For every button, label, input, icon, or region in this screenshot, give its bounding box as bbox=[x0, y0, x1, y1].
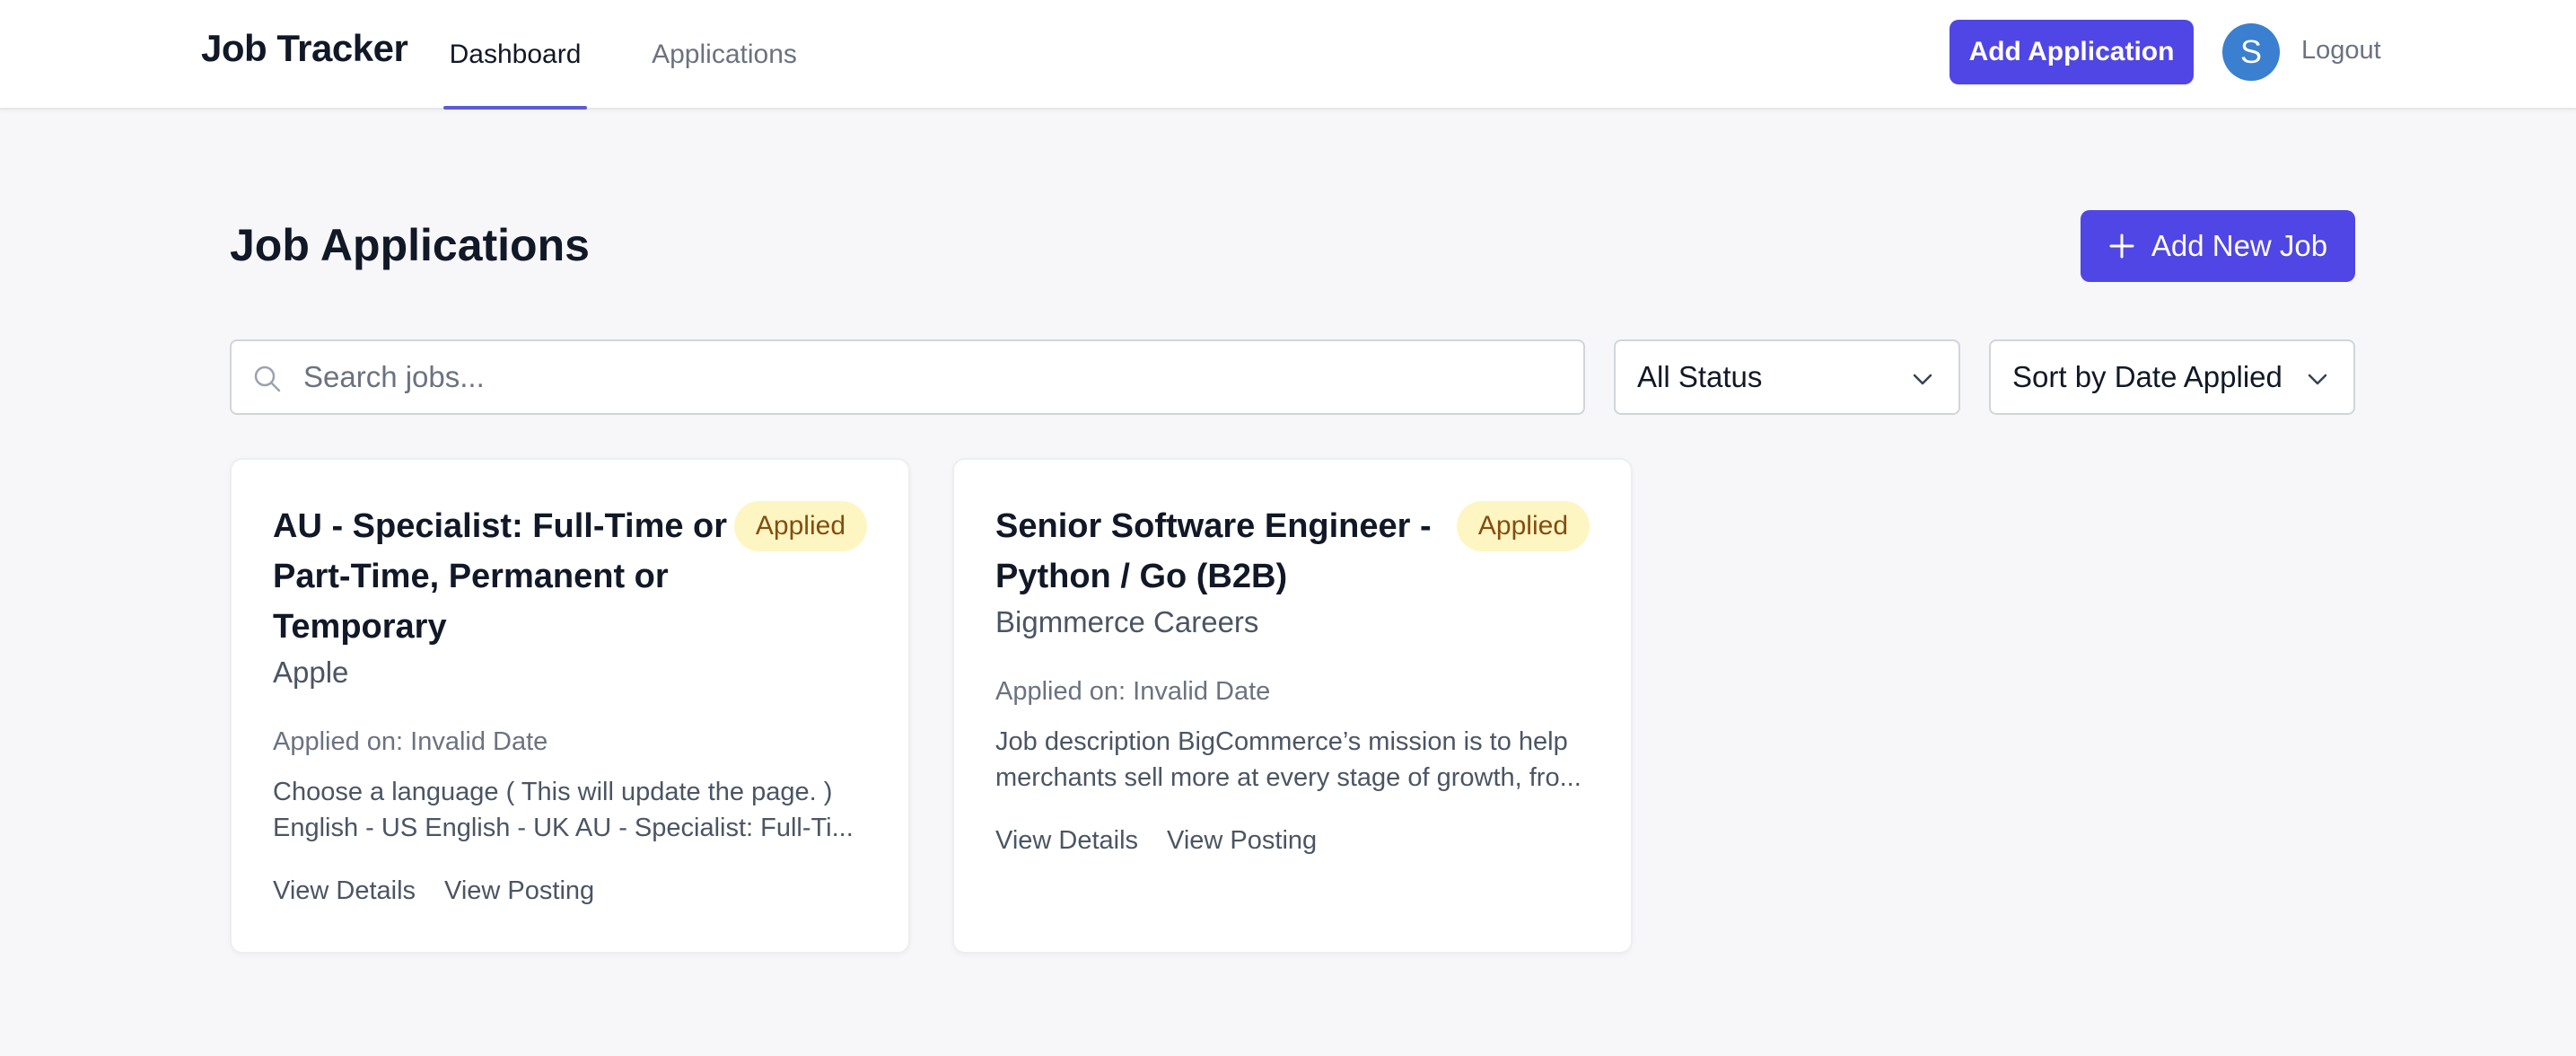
nav-tab-dashboard[interactable]: Dashboard bbox=[443, 0, 587, 110]
company-name: Apple bbox=[273, 656, 349, 689]
view-details-link[interactable]: View Details bbox=[995, 826, 1138, 856]
user-avatar[interactable]: S bbox=[2222, 23, 2280, 81]
status-filter-select[interactable]: All Status bbox=[1614, 339, 1960, 415]
add-application-button[interactable]: Add Application bbox=[1950, 20, 2194, 84]
job-card: Senior Software Engineer - Python / Go (… bbox=[952, 458, 1633, 954]
add-new-job-button[interactable]: Add New Job bbox=[2081, 210, 2355, 282]
applied-date: Applied on: Invalid Date bbox=[273, 727, 548, 756]
job-description-line: Job description BigCommerce’s mission is… bbox=[995, 727, 1568, 756]
page-title: Job Applications bbox=[230, 220, 590, 270]
job-title: Senior Software Engineer - Python / Go (… bbox=[995, 507, 1432, 595]
status-badge: Applied bbox=[733, 501, 867, 551]
job-title: AU - Specialist: Full-Time or Part-Time,… bbox=[273, 507, 728, 646]
top-navbar: Job Tracker Dashboard Applications Add A… bbox=[0, 0, 2576, 110]
card-actions: View Details View Posting bbox=[273, 876, 594, 906]
applied-date: Applied on: Invalid Date bbox=[995, 677, 1271, 706]
add-new-job-label: Add New Job bbox=[2151, 229, 2328, 262]
app-brand[interactable]: Job Tracker bbox=[201, 27, 408, 70]
search-icon bbox=[254, 365, 281, 392]
company-name: Bigmmerce Careers bbox=[995, 605, 1259, 638]
job-description-line: merchants sell more at every stage of gr… bbox=[995, 763, 1582, 792]
job-description-line: Choose a language ( This will update the… bbox=[273, 778, 833, 806]
card-actions: View Details View Posting bbox=[995, 826, 1317, 856]
job-card: AU - Specialist: Full-Time or Part-Time,… bbox=[230, 458, 910, 954]
sort-value: Sort by Date Applied bbox=[2012, 360, 2282, 393]
job-description: Choose a language ( This will update the… bbox=[273, 774, 865, 846]
status-badge: Applied bbox=[1456, 501, 1590, 551]
job-description: Job description BigCommerce’s mission is… bbox=[995, 724, 1588, 796]
plus-icon bbox=[2109, 233, 2134, 259]
nav-tab-applications[interactable]: Applications bbox=[643, 0, 806, 110]
search-input[interactable] bbox=[303, 341, 1560, 413]
logout-link[interactable]: Logout bbox=[2301, 36, 2381, 66]
chevron-down-icon bbox=[1913, 374, 1932, 385]
chevron-down-icon bbox=[2308, 374, 2327, 385]
search-field bbox=[230, 339, 1585, 415]
view-details-link[interactable]: View Details bbox=[273, 876, 416, 906]
sort-select[interactable]: Sort by Date Applied bbox=[1989, 339, 2355, 415]
view-posting-link[interactable]: View Posting bbox=[1167, 826, 1317, 856]
view-posting-link[interactable]: View Posting bbox=[444, 876, 594, 906]
job-description-line: English - US English - UK AU - Specialis… bbox=[273, 814, 854, 842]
status-filter-value: All Status bbox=[1637, 360, 1763, 393]
